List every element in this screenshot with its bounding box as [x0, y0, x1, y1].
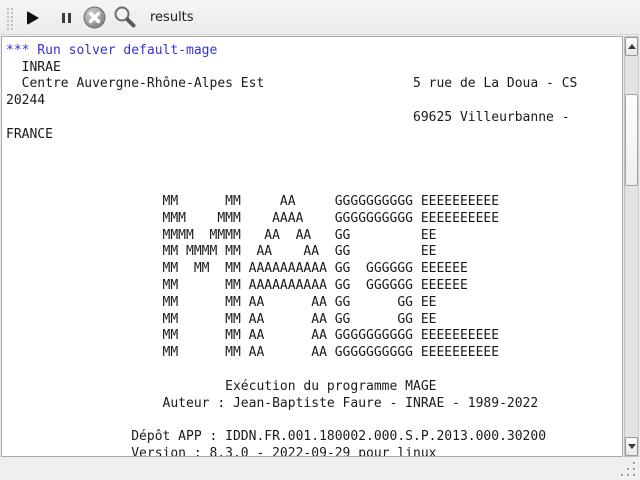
console-line: MM MM AAAAAAAAAA GG GGGGGG EEEEEE: [6, 278, 622, 295]
console-line: MMM MMM AAAA GGGGGGGGGG EEEEEEEEEE: [6, 211, 622, 228]
toolbar-drag-handle[interactable]: [5, 6, 13, 30]
console-line: INRAE: [6, 60, 622, 77]
pause-button[interactable]: [53, 0, 79, 35]
arrow-down-icon: [628, 444, 636, 449]
stop-button[interactable]: [80, 0, 108, 35]
stop-icon: [83, 6, 106, 29]
console-line: [6, 177, 622, 194]
console-line: Auteur : Jean-Baptiste Faure - INRAE - 1…: [6, 396, 622, 413]
bottom-strip: [0, 458, 640, 480]
search-button[interactable]: [110, 0, 138, 35]
console-line: Centre Auvergne-Rhône-Alpes Est 5 rue de…: [6, 76, 622, 93]
console-line: FRANCE: [6, 127, 622, 144]
console-line: 20244: [6, 93, 622, 110]
console-line: [6, 362, 622, 379]
run-button[interactable]: [20, 0, 46, 35]
scrollbar-thumb[interactable]: [625, 94, 638, 186]
vertical-scrollbar[interactable]: [624, 36, 639, 457]
console-line: [6, 160, 622, 177]
console-line: MM MM AA AA GGGGGGGGGG EEEEEEEEEE: [6, 345, 622, 362]
console-line: MM MMMM MM AA AA GG EE: [6, 244, 622, 261]
scroll-down-button[interactable]: [625, 437, 638, 456]
console-line: Dépôt APP : IDDN.FR.001.180002.000.S.P.2…: [6, 429, 622, 446]
console-line: MMMM MMMM AA AA GG EE: [6, 228, 622, 245]
pause-icon: [62, 13, 71, 23]
console-line: MM MM AA AA GG GG EE: [6, 295, 622, 312]
scroll-up-button[interactable]: [625, 37, 638, 56]
console-line: MM MM AA AA GGGGGGGGGG EEEEEEEEEE: [6, 328, 622, 345]
console-line: Exécution du programme MAGE: [6, 379, 622, 396]
toolbar: results: [0, 0, 640, 35]
arrow-up-icon: [628, 44, 636, 49]
play-icon: [27, 11, 39, 25]
console-output[interactable]: 1*** Run solver default-mage INRAE Centr…: [1, 36, 623, 457]
console-line: Version : 8.3.0 - 2022-09-29 pour linux: [6, 446, 622, 457]
console-line: MM MM MM AAAAAAAAAA GG GGGGGG EEEEEE: [6, 261, 622, 278]
console-line: MM MM AA AA GG GG EE: [6, 312, 622, 329]
console-line: MM MM AA GGGGGGGGGG EEEEEEEEEE: [6, 194, 622, 211]
console-line: [6, 412, 622, 429]
results-panel: results 1*** Run solver default-mage INR…: [0, 0, 640, 480]
results-title: results: [150, 0, 194, 35]
console-lines: 1*** Run solver default-mage INRAE Centr…: [6, 36, 622, 457]
console-line: *** Run solver default-mage: [6, 43, 622, 60]
console-line: 1: [6, 36, 622, 43]
resize-grip-icon[interactable]: [621, 460, 637, 477]
search-icon: [112, 5, 137, 30]
console-line: 69625 Villeurbanne -: [6, 110, 622, 127]
console-line: [6, 144, 622, 161]
